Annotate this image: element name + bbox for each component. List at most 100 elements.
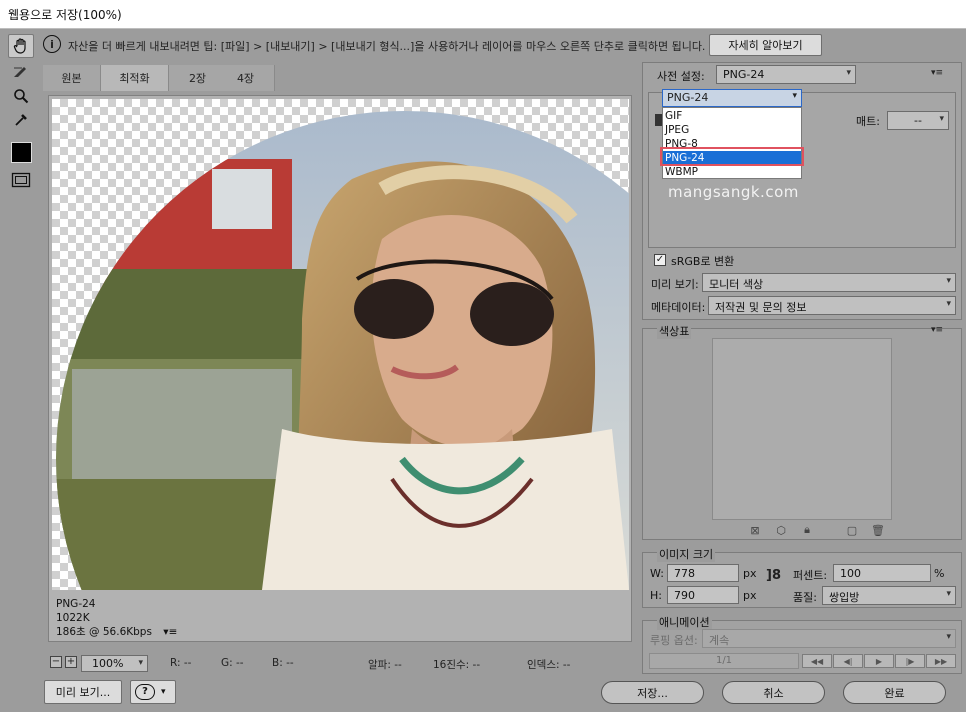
learn-more-button[interactable]: 자세히 알아보기 xyxy=(709,34,822,56)
preset-select[interactable]: PNG-24 ▾ xyxy=(716,65,856,84)
format-option-wbmp[interactable]: WBMP xyxy=(663,165,801,179)
percent-unit: % xyxy=(934,567,945,580)
preset-label: 사전 설정: xyxy=(657,70,705,83)
chevron-down-icon: ▾ xyxy=(946,276,951,286)
quality-label: 품질: xyxy=(793,591,817,604)
readout-g: G: -- xyxy=(221,657,244,669)
readout-hex: 16진수: -- xyxy=(433,659,481,671)
cancel-button[interactable]: 취소 xyxy=(722,681,825,704)
preview-file-size: 1022K xyxy=(56,612,90,624)
trash-icon[interactable]: 🗑︎ xyxy=(871,524,885,537)
info-icon: i xyxy=(43,35,61,53)
zoom-out-button[interactable]: − xyxy=(50,656,62,668)
preview-color-label: 미리 보기: xyxy=(651,278,699,291)
preview-download-time: 186초 @ 56.6Kbps ▾≡ xyxy=(56,625,177,639)
previous-frame-icon[interactable]: ◀| xyxy=(833,654,863,668)
metadata-select[interactable]: 저작권 및 문의 정보 ▾ xyxy=(708,296,956,315)
window-title: 웹용으로 저장(100%) xyxy=(8,8,122,22)
zoom-level-select[interactable]: 100% ▾ xyxy=(81,655,148,672)
quality-value: 쌍입방 xyxy=(829,591,860,604)
preview-color-select[interactable]: 모니터 색상 ▾ xyxy=(702,273,956,292)
chevron-down-icon: ▾ xyxy=(792,91,797,101)
preview-format: PNG-24 xyxy=(56,598,96,610)
readout-r: R: -- xyxy=(170,657,192,669)
preview-file-info: PNG-24 1022K 186초 @ 56.6Kbps ▾≡ xyxy=(56,597,177,639)
metadata-label: 메타데이터: xyxy=(651,301,706,314)
toggle-slices-icon[interactable] xyxy=(8,168,34,192)
new-color-icon[interactable]: ▢ xyxy=(845,524,859,537)
matte-value: -- xyxy=(914,114,922,127)
chevron-down-icon: ▾ xyxy=(939,114,944,124)
lock-color-icon[interactable]: 🔒︎ xyxy=(800,523,814,536)
save-button[interactable]: 저장... xyxy=(601,681,704,704)
height-unit: px xyxy=(743,589,757,602)
zoom-tool-icon[interactable] xyxy=(8,84,34,108)
browser-select[interactable]: ? ▾ xyxy=(130,680,176,704)
looping-select[interactable]: 계속 ▾ xyxy=(702,629,956,648)
color-table-swatches[interactable] xyxy=(712,338,892,520)
width-input[interactable]: 778 xyxy=(667,564,739,582)
format-option-gif[interactable]: GIF xyxy=(663,109,801,123)
title-bar: 웹용으로 저장(100%) xyxy=(0,0,966,29)
done-button[interactable]: 완료 xyxy=(843,681,946,704)
next-frame-icon[interactable]: |▶ xyxy=(895,654,925,668)
download-time-text: 186초 @ 56.6Kbps xyxy=(56,626,152,638)
matte-select[interactable]: -- ▾ xyxy=(887,111,949,130)
srgb-label: sRGB로 변환 xyxy=(671,255,735,268)
eyedropper-color-swatch[interactable] xyxy=(11,142,32,163)
play-icon[interactable]: ▶ xyxy=(864,654,894,668)
hand-tool-icon[interactable] xyxy=(8,34,34,58)
percent-label: 퍼센트: xyxy=(793,569,828,582)
panel-menu-icon[interactable]: ▾≡ xyxy=(931,68,943,78)
export-tip-text: 자산을 더 빠르게 내보내려면 팁: [파일] > [내보내기] > [내보내기… xyxy=(68,40,706,53)
tab-optimized[interactable]: 최적화 xyxy=(101,65,169,91)
constrain-proportions-link-icon[interactable]: ]8 xyxy=(766,568,781,598)
watermark-text: mangsangk.com xyxy=(668,183,799,201)
color-table-title: 색상표 xyxy=(657,323,692,339)
image-size-title: 이미지 크기 xyxy=(657,546,716,562)
height-label: H: xyxy=(650,589,662,602)
readout-alpha: 알파: -- xyxy=(368,659,402,671)
last-frame-icon[interactable]: ▶▶ xyxy=(926,654,956,668)
percent-input[interactable]: 100 xyxy=(833,564,931,582)
optimized-preview-canvas[interactable] xyxy=(52,99,629,590)
download-speed-menu-icon[interactable]: ▾≡ xyxy=(163,626,177,638)
browser-icon: ? xyxy=(135,684,155,700)
chevron-down-icon: ▾ xyxy=(161,687,166,697)
zoom-in-button[interactable]: + xyxy=(65,656,77,668)
eyedropper-tool-icon[interactable] xyxy=(8,108,34,132)
preview-color-value: 모니터 색상 xyxy=(709,278,764,291)
file-format-select[interactable]: PNG-24 ▾ xyxy=(662,89,802,107)
srgb-checkbox[interactable]: ✓ xyxy=(654,254,666,266)
browser-preview-button[interactable]: 미리 보기... xyxy=(44,680,122,704)
preview-image xyxy=(56,111,629,590)
chevron-down-icon: ▾ xyxy=(946,299,951,309)
matte-label: 매트: xyxy=(856,115,880,128)
width-label: W: xyxy=(650,567,664,580)
transparency-checkbox-partial[interactable] xyxy=(655,114,662,126)
chevron-down-icon: ▾ xyxy=(138,658,143,668)
first-frame-icon[interactable]: ◀◀ xyxy=(802,654,832,668)
selection-highlight-box xyxy=(660,147,804,166)
color-table-menu-icon[interactable]: ▾≡ xyxy=(931,325,943,335)
width-unit: px xyxy=(743,567,757,580)
chevron-down-icon: ▾ xyxy=(946,632,951,642)
chevron-down-icon: ▾ xyxy=(846,68,851,78)
animation-title: 애니메이션 xyxy=(657,614,712,630)
web-snap-icon[interactable]: ⬡ xyxy=(774,524,788,537)
looping-label: 루핑 옵션: xyxy=(650,634,698,647)
tab-original[interactable]: 원본 xyxy=(43,65,101,91)
chevron-down-icon: ▾ xyxy=(946,589,951,599)
format-option-jpeg[interactable]: JPEG xyxy=(663,123,801,137)
readout-b: B: -- xyxy=(272,657,294,669)
readout-index: 인덱스: -- xyxy=(527,659,571,671)
slice-select-tool-icon[interactable] xyxy=(8,60,34,84)
preset-value: PNG-24 xyxy=(723,68,765,81)
file-format-dropdown-list: GIF JPEG PNG-8 PNG-24 WBMP xyxy=(662,107,802,179)
frame-counter: 1/1 xyxy=(649,653,799,669)
height-input[interactable]: 790 xyxy=(667,586,739,604)
map-to-transparent-icon[interactable]: ⊠ xyxy=(748,524,762,537)
quality-select[interactable]: 쌍입방 ▾ xyxy=(822,586,956,605)
tab-4-up[interactable]: 4장 xyxy=(217,65,275,91)
looping-value: 계속 xyxy=(709,634,730,647)
